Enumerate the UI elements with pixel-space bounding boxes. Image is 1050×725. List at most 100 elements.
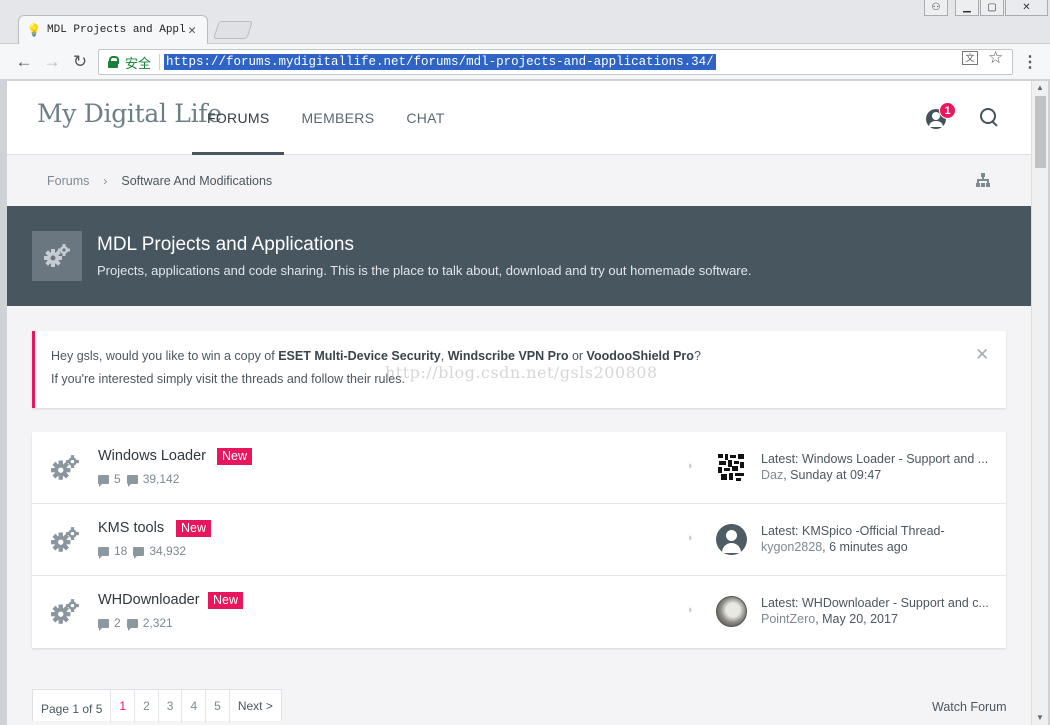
new-badge: New (208, 592, 244, 609)
minimize-icon[interactable]: ▁ (955, 0, 979, 16)
forum-title-link[interactable]: Windows Loader (98, 448, 206, 464)
lightbulb-favicon-icon: 💡 (26, 23, 42, 38)
page-link-1[interactable]: 1 (111, 690, 136, 722)
maximize-icon[interactable]: ▢ (980, 0, 1004, 16)
bookmark-star-icon[interactable]: ☆ (988, 48, 1003, 68)
notice-text: Hey gsls, would you like to win a copy o… (51, 349, 701, 363)
search-icon[interactable] (979, 107, 999, 129)
messages-icon (126, 618, 138, 631)
next-page-button[interactable]: Next > (230, 690, 281, 722)
threads-icon (98, 546, 109, 559)
notification-badge[interactable]: 1 (939, 102, 956, 119)
breadcrumb: Forums › Software And Modifications (7, 156, 1031, 206)
latest-thread-link[interactable]: Latest: Windows Loader - Support and ... (761, 452, 991, 466)
sitemap-icon[interactable] (976, 173, 990, 187)
nav-forums[interactable]: FORUMS (192, 81, 285, 155)
gears-icon (50, 526, 80, 554)
avatar[interactable] (716, 524, 747, 555)
messages-icon (133, 546, 145, 559)
browser-tab[interactable]: 💡 MDL Projects and Appli ✕ (18, 15, 208, 44)
latest-thread-link[interactable]: Latest: WHDownloader - Support and c... (761, 596, 991, 610)
new-badge: New (176, 520, 212, 537)
forum-stats: 2 2,321 (98, 616, 173, 631)
forum-list: Windows Loader New 5 39,142 ◗ Latest: Win… (32, 432, 1006, 648)
notice-text-rules: If you're interested simply visit the th… (51, 372, 405, 386)
latest-user-link[interactable]: Daz (761, 468, 783, 482)
latest-meta: Daz, Sunday at 09:47 (761, 468, 881, 482)
breadcrumb-software[interactable]: Software And Modifications (121, 174, 272, 188)
breadcrumb-forums[interactable]: Forums (47, 174, 89, 188)
rss-icon[interactable]: ◗ (687, 532, 694, 544)
main-nav: FORUMS MEMBERS CHAT (192, 81, 462, 155)
chevron-right-icon: › (103, 174, 108, 188)
close-window-icon[interactable]: ✕ (1005, 0, 1048, 16)
close-icon[interactable]: ✕ (975, 345, 989, 365)
new-tab-button[interactable] (213, 21, 253, 39)
user-profile-icon[interactable]: ⚇ (924, 0, 948, 16)
page-indicator: Page 1 of 5 (33, 690, 112, 722)
translate-icon[interactable]: 文 (962, 51, 978, 65)
notice-product-voodooshield[interactable]: VoodooShield Pro (587, 349, 694, 363)
vertical-scrollbar[interactable]: ▲ ▼ (1031, 81, 1048, 725)
lock-icon (107, 56, 119, 68)
page-description: Projects, applications and code sharing.… (97, 263, 752, 278)
threads-icon (98, 618, 109, 631)
forum-row: WHDownloader New 2 2,321 ◗ Latest: WHDown… (32, 576, 1006, 648)
forum-title-link[interactable]: KMS tools (98, 520, 164, 536)
scroll-down-icon[interactable]: ▼ (1032, 711, 1048, 725)
gears-icon (32, 231, 82, 281)
latest-user-link[interactable]: kygon2828 (761, 540, 822, 554)
scroll-up-icon[interactable]: ▲ (1032, 81, 1048, 95)
thread-count: 2 (114, 616, 121, 630)
pagination: Page 1 of 5 1 2 3 4 5 Next > (32, 689, 282, 722)
url-text[interactable]: https://forums.mydigitallife.net/forums/… (164, 54, 716, 70)
gears-icon (50, 454, 80, 482)
browser-tabstrip: 💡 MDL Projects and Appli ✕ ⚇ ▁ ▢ ✕ (0, 0, 1050, 44)
forum-row: Windows Loader New 5 39,142 ◗ Latest: Win… (32, 432, 1006, 504)
secure-label: 安全 (125, 55, 152, 71)
nav-members[interactable]: MEMBERS (286, 81, 389, 155)
forum-stats: 18 34,932 (98, 544, 187, 559)
latest-thread-link[interactable]: Latest: KMSpico -Official Thread- (761, 524, 991, 538)
avatar[interactable] (716, 452, 747, 483)
page-link-5[interactable]: 5 (206, 690, 230, 722)
browser-menu-icon[interactable]: ⋮ (1022, 52, 1038, 72)
page-link-4[interactable]: 4 (182, 690, 207, 722)
message-count: 34,932 (149, 544, 187, 558)
forum-banner: MDL Projects and Applications Projects, … (7, 206, 1031, 306)
forum-title-link[interactable]: WHDownloader (98, 592, 200, 608)
watch-forum-button[interactable]: Watch Forum (932, 700, 1007, 714)
forum-row: KMS tools New 18 34,932 ◗ Latest: KMSpico… (32, 504, 1006, 576)
scroll-thumb[interactable] (1035, 96, 1046, 168)
back-icon[interactable]: ← (14, 52, 34, 72)
nav-chat[interactable]: CHAT (391, 81, 459, 155)
gears-icon (50, 598, 80, 626)
latest-time: , Sunday at 09:47 (783, 468, 882, 482)
latest-user-link[interactable]: PointZero (761, 612, 815, 626)
thread-count: 5 (114, 472, 121, 486)
messages-icon (126, 474, 138, 487)
tab-title: MDL Projects and Appli (47, 24, 185, 36)
avatar[interactable] (716, 596, 747, 627)
rss-icon[interactable]: ◗ (687, 460, 694, 472)
latest-meta: kygon2828, 6 minutes ago (761, 540, 908, 554)
address-bar[interactable]: 安全 https://forums.mydigitallife.net/foru… (98, 49, 1013, 75)
forum-stats: 5 39,142 (98, 472, 180, 487)
page-link-3[interactable]: 3 (159, 690, 183, 722)
threads-icon (98, 474, 109, 487)
address-separator (159, 54, 161, 70)
tab-close-icon[interactable]: ✕ (185, 23, 199, 38)
page-title: MDL Projects and Applications (97, 234, 354, 255)
forward-icon[interactable]: → (42, 52, 62, 72)
notice-product-eset[interactable]: ESET Multi-Device Security (278, 349, 441, 363)
message-count: 2,321 (142, 616, 173, 630)
site-header: My Digital Life FORUMS MEMBERS CHAT 1 (7, 81, 1031, 155)
page-viewport: My Digital Life FORUMS MEMBERS CHAT 1 Fo… (7, 81, 1031, 725)
reload-icon[interactable]: ↻ (70, 52, 90, 72)
rss-icon[interactable]: ◗ (687, 604, 694, 616)
latest-time: , 6 minutes ago (822, 540, 908, 554)
watermark: http://blog.csdn.net/gsls200808 (385, 363, 658, 382)
notice-product-windscribe[interactable]: Windscribe VPN Pro (448, 349, 569, 363)
page-link-2[interactable]: 2 (135, 690, 159, 722)
message-count: 39,142 (142, 472, 180, 486)
